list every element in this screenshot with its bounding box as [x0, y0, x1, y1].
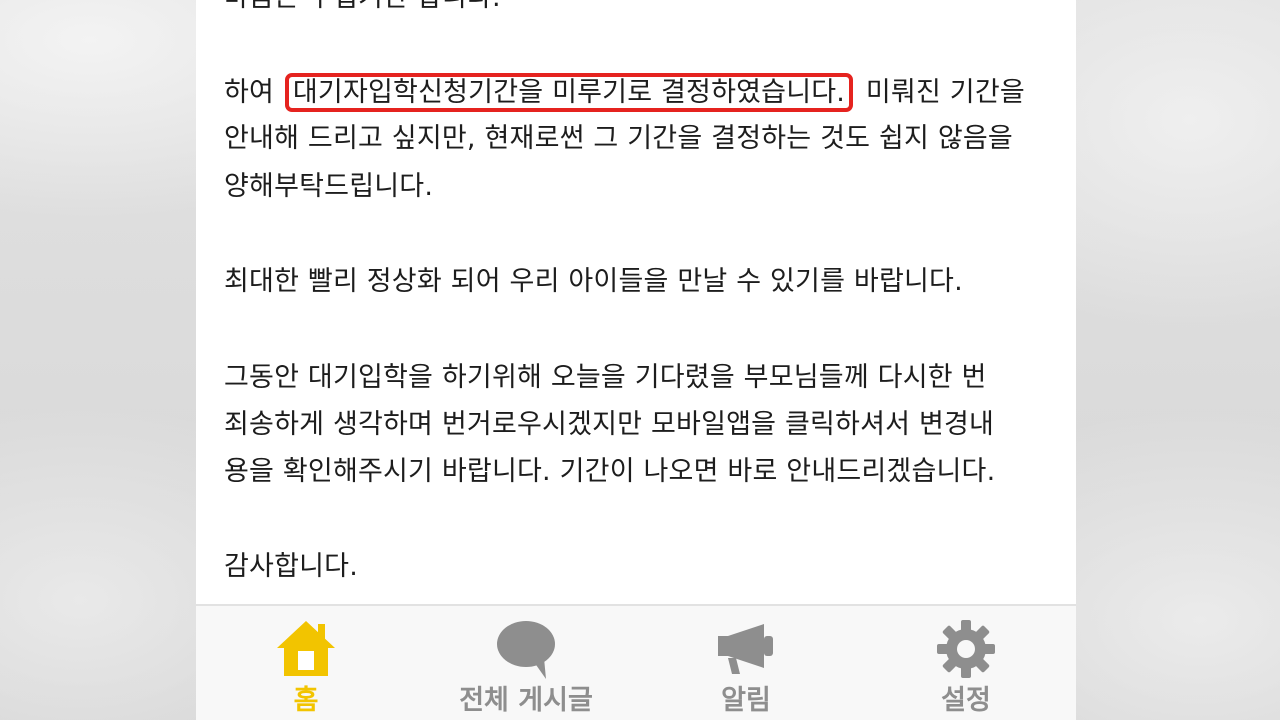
article-line: 양해부탁드립니다. [224, 171, 434, 202]
tab-all-posts[interactable]: 전체 게시글 [416, 606, 636, 720]
tab-home-label: 홈 [293, 685, 319, 716]
article-line: 그동안 대기입학을 하기위해 오늘을 기다렸을 부모님들께 다시한 번 [224, 362, 987, 393]
tab-all-posts-label: 전체 게시글 [459, 685, 593, 716]
megaphone-icon [718, 624, 773, 674]
tab-settings[interactable]: 설정 [856, 606, 1076, 720]
notice-article-body[interactable]: 마음은 무겁기만 합니다. 하여 대기자입학신청기간을 미루기로 결정하였습니다… [196, 0, 1076, 604]
article-line: 안내해 드리고 싶지만, 현재로썬 그 기간을 결정하는 것도 쉽지 않음을 [224, 123, 1013, 154]
tab-notifications-label: 알림 [721, 685, 771, 716]
article-line: 용을 확인해주시기 바랍니다. 기간이 나오면 바로 안내드리겠습니다. [224, 456, 996, 487]
tab-home[interactable]: 홈 [196, 606, 416, 720]
bottom-tab-bar: 홈 전체 게시글 알림 설정 [196, 604, 1076, 720]
tab-settings-label: 설정 [941, 685, 991, 716]
home-icon [277, 621, 335, 676]
article-line: 감사합니다. [224, 551, 358, 582]
gear-icon [937, 620, 995, 678]
article-text: 하여 [224, 77, 275, 108]
article-line: 최대한 빨리 정상화 되어 우리 아이들을 만날 수 있기를 바랍니다. [224, 266, 963, 297]
highlighted-sentence: 대기자입학신청기간을 미루기로 결정하였습니다. [284, 73, 854, 112]
article-line: 마음은 무겁기만 합니다. [224, 0, 501, 18]
article-line: 하여 대기자입학신청기간을 미루기로 결정하였습니다. 미뤄진 기간을 [224, 73, 1025, 113]
mobile-app-screen: 마음은 무겁기만 합니다. 하여 대기자입학신청기간을 미루기로 결정하였습니다… [196, 0, 1076, 720]
article-line: 죄송하게 생각하며 번거로우시겠지만 모바일앱을 클릭하셔서 변경내 [224, 409, 995, 440]
tab-notifications[interactable]: 알림 [636, 606, 856, 720]
speech-bubble-icon [497, 621, 555, 679]
article-text: 미뤄진 기간을 [865, 77, 1025, 108]
